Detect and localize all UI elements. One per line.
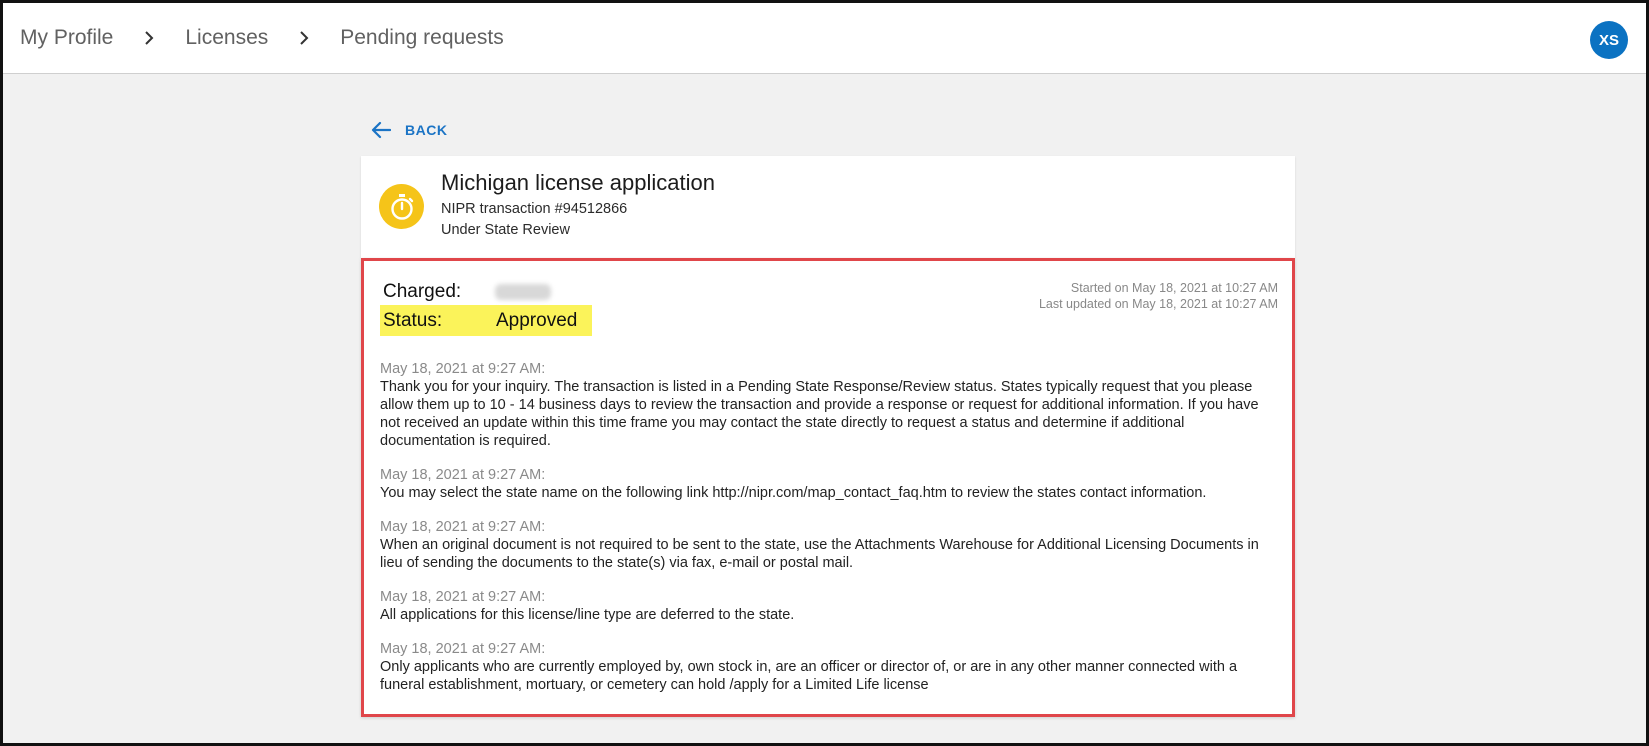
transaction-number: NIPR transaction #94512866 bbox=[441, 201, 628, 217]
note-timestamp: May 18, 2021 at 9:27 AM: bbox=[380, 467, 546, 483]
app-frame: My Profile Licenses Pending requests XS … bbox=[0, 0, 1649, 746]
started-date: Started on May 18, 2021 at 10:27 AM bbox=[1070, 281, 1278, 295]
note-text: All applications for this license/line t… bbox=[380, 607, 795, 623]
note-item: May 18, 2021 at 9:27 AM: You may select … bbox=[380, 466, 1280, 502]
user-avatar[interactable]: XS bbox=[1590, 21, 1628, 59]
note-timestamp: May 18, 2021 at 9:27 AM: bbox=[380, 519, 546, 535]
note-timestamp: May 18, 2021 at 9:27 AM: bbox=[380, 361, 546, 377]
note-text: When an original document is not require… bbox=[380, 537, 1259, 571]
arrow-left-icon bbox=[371, 121, 391, 139]
note-timestamp: May 18, 2021 at 9:27 AM: bbox=[380, 641, 546, 657]
charged-row: Charged: bbox=[383, 281, 551, 303]
last-updated-date: Last updated on May 18, 2021 at 10:27 AM bbox=[1038, 297, 1278, 311]
breadcrumb-my-profile[interactable]: My Profile bbox=[20, 26, 113, 50]
status-row: Status: Approved bbox=[380, 305, 592, 336]
note-item: May 18, 2021 at 9:27 AM: Only applicants… bbox=[380, 640, 1280, 694]
status-value: Approved bbox=[496, 309, 578, 331]
request-details-panel: Charged: Status: Approved Started on May… bbox=[361, 258, 1295, 717]
notes-list: May 18, 2021 at 9:27 AM: Thank you for y… bbox=[380, 360, 1280, 710]
application-header-card: Michigan license application NIPR transa… bbox=[361, 156, 1295, 258]
charged-amount-redacted bbox=[495, 284, 551, 300]
status-label: Status: bbox=[383, 309, 443, 331]
charged-label: Charged: bbox=[383, 281, 462, 302]
application-state: Under State Review bbox=[441, 222, 570, 238]
note-item: May 18, 2021 at 9:27 AM: All application… bbox=[380, 588, 1280, 624]
note-text: Thank you for your inquiry. The transact… bbox=[380, 379, 1259, 449]
timer-icon bbox=[379, 184, 424, 229]
note-item: May 18, 2021 at 9:27 AM: When an origina… bbox=[380, 518, 1280, 572]
note-item: May 18, 2021 at 9:27 AM: Thank you for y… bbox=[380, 360, 1280, 450]
application-title: Michigan license application bbox=[441, 170, 715, 195]
chevron-right-icon bbox=[286, 26, 322, 50]
breadcrumb-pending-requests: Pending requests bbox=[340, 26, 504, 49]
note-text: Only applicants who are currently employ… bbox=[380, 659, 1238, 693]
back-label: BACK bbox=[405, 122, 448, 138]
back-button[interactable]: BACK bbox=[371, 121, 447, 139]
note-text: You may select the state name on the fol… bbox=[380, 485, 1207, 501]
breadcrumb-licenses[interactable]: Licenses bbox=[185, 26, 268, 50]
chevron-right-icon bbox=[131, 26, 167, 50]
top-bar: My Profile Licenses Pending requests XS bbox=[3, 3, 1646, 74]
note-timestamp: May 18, 2021 at 9:27 AM: bbox=[380, 589, 546, 605]
timestamps: Started on May 18, 2021 at 10:27 AM Last… bbox=[1039, 280, 1278, 312]
